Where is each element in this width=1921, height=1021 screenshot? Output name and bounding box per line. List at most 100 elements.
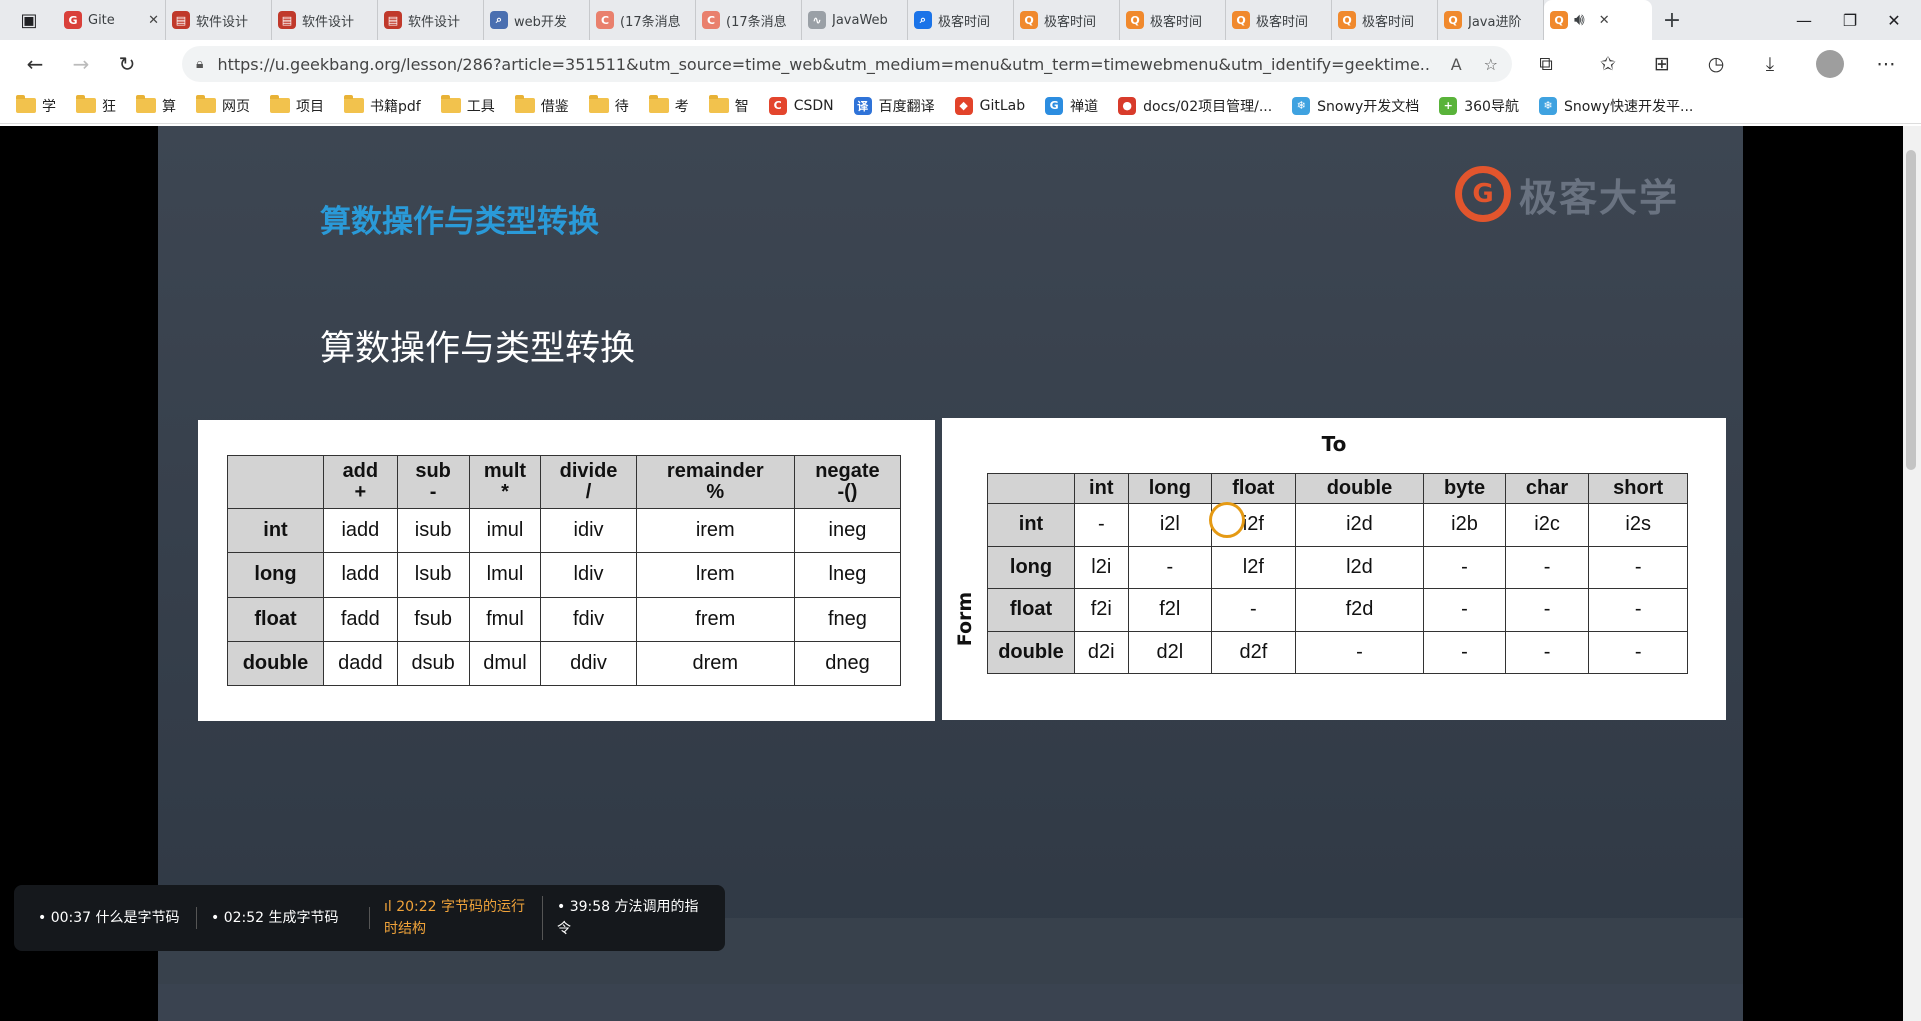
bookmark-label: 考 — [674, 98, 689, 115]
read-aloud-icon[interactable]: A — [1451, 55, 1462, 74]
chapter-item[interactable]: • 39:58 方法调用的指令 — [543, 896, 715, 940]
tab-close-icon[interactable]: ✕ — [1599, 13, 1610, 28]
chapter-item[interactable]: • 00:37 什么是字节码 — [24, 907, 197, 929]
tab-item[interactable]: Q 极客时间 — [1332, 0, 1438, 40]
navigation-bar: ← → ↻ 🔒︎ https://u.geekbang.org/lesson/2… — [0, 40, 1921, 88]
bookmark-item[interactable]: 待 — [588, 95, 629, 116]
profile-avatar[interactable] — [1810, 44, 1850, 84]
bookmark-item[interactable]: 网页 — [196, 95, 250, 116]
geek-icon: Q — [1338, 11, 1356, 29]
bookmark-item[interactable]: C CSDN — [768, 96, 834, 115]
tab-item[interactable]: ⌕ web开发 — [484, 0, 590, 40]
add-favorite-icon[interactable]: ☆ — [1484, 55, 1498, 74]
close-window-icon[interactable]: ✕ — [1865, 0, 1921, 40]
extensions-icon[interactable]: ⧉ — [1526, 44, 1566, 84]
to-label: To — [1321, 432, 1347, 456]
gitlab-icon: ◆ — [954, 96, 973, 115]
header-op-name: sub — [415, 460, 451, 482]
collections-icon[interactable]: ⊞ — [1642, 44, 1682, 84]
favorites-icon[interactable]: ✩ — [1588, 44, 1628, 84]
bookmark-item[interactable]: ● docs/02项目管理/... — [1118, 96, 1272, 116]
tab-item[interactable]: ▤ 软件设计 — [378, 0, 484, 40]
tab-item[interactable]: ▤ 软件设计 — [272, 0, 378, 40]
table-cell: fadd — [323, 596, 398, 642]
url-text[interactable]: https://u.geekbang.org/lesson/286?articl… — [217, 55, 1428, 74]
tab-active[interactable]: Q 🔊︎ ✕ — [1544, 0, 1652, 40]
table-cell: idiv — [540, 507, 637, 554]
tab-title: 极客时间 — [1362, 14, 1415, 30]
bookmark-label: 借鉴 — [540, 98, 569, 115]
bookmark-label: 学 — [42, 98, 56, 115]
tab-item[interactable]: Q Java进阶 — [1438, 0, 1544, 40]
bookmark-item[interactable]: ❄ Snowy开发文档 — [1292, 96, 1419, 116]
back-icon[interactable]: ← — [12, 44, 58, 84]
tab-item[interactable]: ▤ 软件设计 — [166, 0, 272, 40]
tab-close-icon[interactable]: ✕ — [148, 13, 159, 28]
forward-icon[interactable]: → — [58, 44, 104, 84]
chapter-item[interactable]: • 02:52 生成字节码 — [197, 907, 370, 929]
zentao-icon: G — [1045, 96, 1064, 115]
lock-icon[interactable]: 🔒︎ — [196, 56, 203, 72]
tab-item[interactable]: G Gite ✕ — [58, 0, 166, 40]
column-header: sub - — [396, 455, 470, 509]
column-header: add + — [323, 455, 398, 509]
table-row: int - i2l i2f i2d i2b i2c i2s — [987, 503, 1688, 547]
more-menu-icon[interactable]: ⋯ — [1866, 44, 1906, 84]
tab-item[interactable]: C (17条消息 — [590, 0, 696, 40]
bookmark-item[interactable]: 智 — [708, 95, 749, 116]
address-bar[interactable]: 🔒︎ https://u.geekbang.org/lesson/286?art… — [182, 46, 1512, 82]
bookmark-item[interactable]: 项目 — [270, 95, 324, 116]
corner-cell — [227, 455, 324, 509]
bookmark-label: CSDN — [793, 97, 834, 114]
snowy-icon: ❄ — [1538, 96, 1557, 115]
header-op-symbol: % — [706, 481, 725, 503]
row-header: double — [987, 630, 1075, 674]
audio-playing-icon[interactable]: 🔊︎ — [1574, 10, 1585, 30]
arithmetic-table: add + sub - mult * divide / remainder% negate -() … — [227, 455, 902, 687]
tab-item[interactable]: ∿ JavaWeb — [802, 0, 908, 40]
folder-icon — [196, 95, 216, 113]
tab-actions-menu-icon[interactable]: ▣ — [0, 0, 58, 40]
table-row: long l2i - l2f l2d - - - — [987, 545, 1688, 589]
table-cell: ldiv — [540, 552, 637, 598]
tab-item[interactable]: Q 极客时间 — [1014, 0, 1120, 40]
bookmark-item[interactable]: 工具 — [440, 95, 495, 116]
tab-item[interactable]: Q 极客时间 — [1226, 0, 1332, 40]
header-op-symbol: / — [585, 481, 592, 503]
playing-bars-icon: ıl — [384, 899, 397, 915]
table-cell: fmul — [468, 596, 542, 642]
bookmark-item[interactable]: 学 — [16, 95, 56, 116]
bookmark-item[interactable]: 借鉴 — [514, 95, 569, 116]
chapter-time: 00:37 — [50, 910, 92, 926]
bookmark-item[interactable]: +360导航 — [1439, 96, 1519, 116]
downloads-icon[interactable]: ⤓ — [1750, 44, 1790, 84]
arithmetic-table-panel: add + sub - mult * divide / remainder% negate -() … — [198, 420, 935, 721]
new-tab-icon[interactable]: + — [1652, 8, 1692, 33]
bookmark-item[interactable]: ❄ Snowy快速开发平... — [1538, 96, 1693, 116]
header-op-name: add — [342, 460, 379, 482]
tab-item[interactable]: Q 极客时间 — [1120, 0, 1226, 40]
bookmark-label: 书籍pdf — [370, 98, 421, 115]
geek-icon: Q — [1550, 11, 1568, 29]
bookmark-item[interactable]: 译百度翻译 — [853, 96, 935, 116]
bookmark-item[interactable]: 考 — [648, 95, 689, 116]
tab-item[interactable]: ⌕ 极客时间 — [908, 0, 1014, 40]
table-cell: ddiv — [540, 640, 637, 687]
bookmark-item[interactable]: G 禅道 — [1045, 96, 1098, 116]
refresh-icon[interactable]: ↻ — [104, 44, 150, 84]
chapter-item[interactable]: ıl 20:22 字节码的运行时结构 — [370, 896, 543, 940]
geek-icon: Q — [1232, 11, 1250, 29]
folder-icon — [344, 95, 364, 113]
bookmark-item[interactable]: 狂 — [76, 95, 116, 116]
history-icon[interactable]: ◷ — [1696, 44, 1736, 84]
tab-item[interactable]: C (17条消息 — [696, 0, 802, 40]
scrollbar-thumb[interactable] — [1906, 150, 1916, 470]
bookmark-item[interactable]: 算 — [136, 95, 176, 116]
table-cell: ineg — [793, 507, 902, 554]
folder-icon — [440, 95, 461, 113]
chapter-time: 39:58 — [569, 899, 611, 915]
bookmark-item[interactable]: ◆ GitLab — [954, 96, 1025, 115]
row-header: int — [227, 507, 324, 554]
folder-icon — [514, 95, 535, 113]
bookmark-item[interactable]: 书籍pdf — [344, 95, 421, 116]
